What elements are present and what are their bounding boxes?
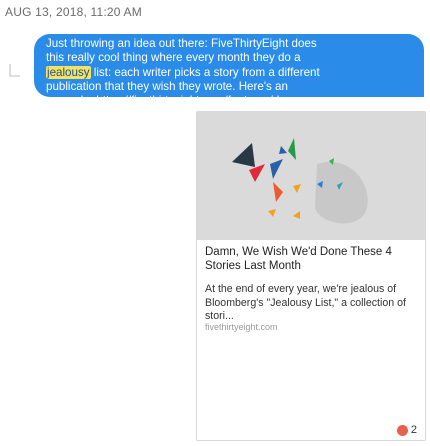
reaction-badge[interactable]: 2: [396, 424, 417, 436]
message-bubble[interactable]: Just throwing an idea out there: FiveThi…: [34, 34, 424, 121]
reply-icon[interactable]: [8, 62, 22, 78]
highlighted-word: jealousy: [46, 65, 91, 79]
article-link[interactable]: https://fivethirtyeight.com/features/dam…: [96, 94, 305, 107]
link-preview-card[interactable]: Damn, We Wish We'd Done These 4 Stories …: [196, 111, 426, 441]
message-timestamp: AUG 13, 2018, 11:20 AM: [5, 5, 142, 19]
reaction-count: 2: [410, 424, 417, 436]
reaction-icon: [396, 424, 408, 436]
message-line: Just throwing an idea out there: FiveThi…: [46, 37, 317, 50]
link-preview-title[interactable]: Damn, We Wish We'd Done These 4 Stories …: [205, 245, 419, 273]
message-line: jealousy list: each writer picks a story…: [46, 65, 320, 79]
message-line: this really cool thing where every month…: [46, 51, 301, 65]
preview-illustration: [197, 112, 425, 240]
link-preview-description: At the end of every year, we're jealous …: [205, 283, 406, 322]
message-line: publication that they wish they wrote. H…: [46, 79, 288, 93]
message-line: example: https://fivethirtyeight.com/fea…: [46, 94, 306, 108]
link-preview-domain: fivethirtyeight.com: [205, 322, 278, 332]
link-preview-image[interactable]: [197, 112, 425, 240]
